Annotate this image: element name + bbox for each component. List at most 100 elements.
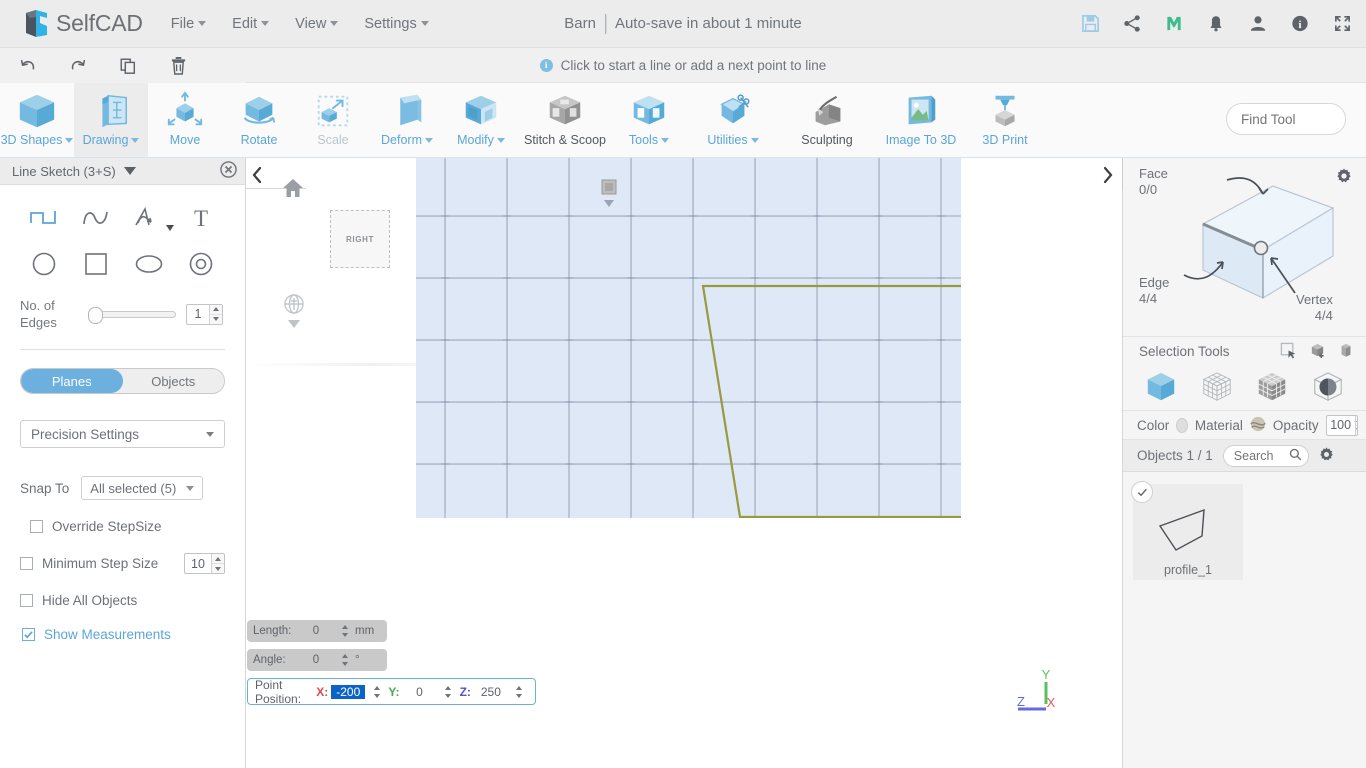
search-icon[interactable] — [1289, 448, 1302, 464]
polyline-icon[interactable] — [18, 199, 70, 237]
concentric-circle-icon[interactable] — [175, 245, 227, 283]
stepper-up-button[interactable] — [339, 623, 351, 631]
collapse-left-panel-button[interactable] — [246, 162, 268, 188]
length-stepper[interactable] — [339, 623, 351, 639]
tool-move[interactable]: Move — [148, 83, 222, 157]
square-icon[interactable] — [70, 245, 122, 283]
close-icon[interactable] — [220, 161, 237, 181]
navigation-gizmo-icon[interactable] — [282, 292, 306, 319]
collapse-right-panel-button[interactable] — [1097, 162, 1119, 188]
duplicate-icon[interactable] — [114, 54, 142, 78]
stepper-up-button[interactable] — [1355, 415, 1357, 426]
checkbox-minimum-step-size[interactable]: Minimum Step Size — [0, 553, 245, 574]
tool-stitch-and-scoop[interactable]: Stitch & Scoop — [518, 83, 612, 157]
snap-to-dropdown[interactable]: All selected (5) — [81, 476, 204, 500]
stepper-up-button[interactable] — [212, 554, 224, 564]
save-icon[interactable] — [1080, 14, 1100, 34]
point-position-z-input[interactable] — [473, 684, 508, 699]
tool-deform[interactable]: Deform — [370, 83, 444, 157]
stepper-up-button[interactable] — [515, 684, 524, 692]
minimum-step-size-stepper[interactable] — [184, 553, 225, 574]
z-stepper[interactable] — [515, 684, 524, 700]
tool-drawing[interactable]: Drawing — [74, 83, 148, 157]
color-swatch[interactable] — [1176, 417, 1188, 433]
menu-settings[interactable]: Settings — [364, 16, 429, 32]
chevron-down-icon[interactable] — [288, 320, 300, 328]
tool-scale[interactable]: Scale — [296, 83, 370, 157]
stepper-down-button[interactable] — [372, 692, 381, 700]
x-stepper[interactable] — [372, 684, 381, 700]
sketch-profile-shape[interactable] — [416, 158, 961, 518]
text-icon[interactable]: T — [175, 199, 227, 237]
stepper-down-button[interactable] — [443, 692, 452, 700]
toggle-planes[interactable]: Planes — [21, 369, 123, 393]
tool-utilities[interactable]: Utilities — [686, 83, 780, 157]
material-icon[interactable] — [1250, 416, 1266, 435]
list-item[interactable]: profile_1 — [1131, 481, 1243, 580]
toggle-objects[interactable]: Objects — [122, 369, 224, 393]
length-input[interactable] — [297, 625, 335, 637]
sketch-grid-area[interactable] — [416, 158, 961, 518]
shaded-sphere-mode-icon[interactable] — [1311, 370, 1345, 407]
add-object-icon[interactable] — [1309, 342, 1326, 362]
stepper-down-button[interactable] — [339, 631, 351, 639]
angle-input[interactable] — [297, 654, 335, 666]
stepper-up-button[interactable] — [372, 684, 381, 692]
home-icon[interactable] — [282, 178, 304, 201]
wireframe-mode-icon[interactable] — [1200, 370, 1234, 407]
slider-handle[interactable] — [88, 307, 103, 324]
checkbox-input[interactable] — [20, 557, 33, 570]
curve-icon[interactable] — [70, 199, 122, 237]
delete-icon[interactable] — [164, 54, 192, 78]
angle-field[interactable]: Angle: ° — [247, 649, 387, 671]
angle-stepper[interactable] — [339, 652, 351, 668]
stepper-down-button[interactable] — [210, 314, 222, 324]
checkbox-override-stepsize[interactable]: Override StepSize — [0, 519, 245, 534]
tool-3d-shapes[interactable]: 3D Shapes — [0, 83, 74, 157]
stepper-down-button[interactable] — [1355, 425, 1357, 435]
share-icon[interactable] — [1122, 14, 1142, 34]
fullscreen-icon[interactable] — [1332, 14, 1352, 34]
tool-3d-print[interactable]: 3D Print — [968, 83, 1042, 157]
edges-slider[interactable] — [88, 307, 176, 324]
axis-orientation-gizmo[interactable]: Y Z X — [1012, 667, 1058, 717]
point-position-x-input[interactable] — [331, 684, 366, 699]
objects-search[interactable] — [1222, 444, 1309, 467]
checkbox-input[interactable] — [30, 520, 43, 533]
plane-move-handle[interactable] — [598, 178, 620, 213]
circle-icon[interactable] — [18, 245, 70, 283]
stepper-down-button[interactable] — [339, 660, 351, 668]
stepper-up-button[interactable] — [339, 652, 351, 660]
brand[interactable]: SelfCAD — [22, 9, 143, 39]
minimum-step-size-input[interactable] — [185, 554, 211, 573]
tool-rotate[interactable]: Rotate — [222, 83, 296, 157]
checkbox-input[interactable] — [22, 628, 35, 641]
menu-view[interactable]: View — [295, 16, 339, 32]
precision-settings-dropdown[interactable]: Precision Settings — [20, 420, 225, 448]
opacity-input[interactable] — [1326, 415, 1355, 435]
length-field[interactable]: Length: mm — [247, 620, 387, 642]
find-tool-input[interactable] — [1241, 111, 1366, 127]
point-position-y-input[interactable] — [402, 684, 437, 699]
opacity-stepper[interactable] — [1325, 414, 1358, 436]
object-selected-checkmark-icon[interactable] — [1131, 481, 1153, 503]
mymin-logo-icon[interactable] — [1164, 14, 1184, 34]
stepper-down-button[interactable] — [515, 692, 524, 700]
tool-modify[interactable]: Modify — [444, 83, 518, 157]
redo-icon[interactable] — [64, 54, 92, 78]
undo-icon[interactable] — [14, 54, 42, 78]
y-stepper[interactable] — [443, 684, 452, 700]
edges-stepper[interactable] — [186, 303, 223, 325]
object-group-icon[interactable] — [1338, 342, 1354, 362]
tool-tools[interactable]: Tools — [612, 83, 686, 157]
gear-icon[interactable] — [1319, 446, 1334, 465]
checkbox-hide-all-objects[interactable]: Hide All Objects — [0, 593, 245, 608]
menu-edit[interactable]: Edit — [232, 16, 270, 32]
checkbox-show-measurements[interactable]: Show Measurements — [0, 627, 245, 642]
find-tool-search[interactable] — [1226, 103, 1366, 135]
point-position-field[interactable]: Point Position: X: Y: Z: — [247, 678, 536, 706]
ellipse-icon[interactable] — [123, 245, 175, 283]
viewport-canvas[interactable]: RIGHT Length: 0 mm Angle: 0 ° Point Posi… — [246, 158, 1122, 768]
menu-file[interactable]: File — [171, 16, 207, 32]
stepper-up-button[interactable] — [443, 684, 452, 692]
